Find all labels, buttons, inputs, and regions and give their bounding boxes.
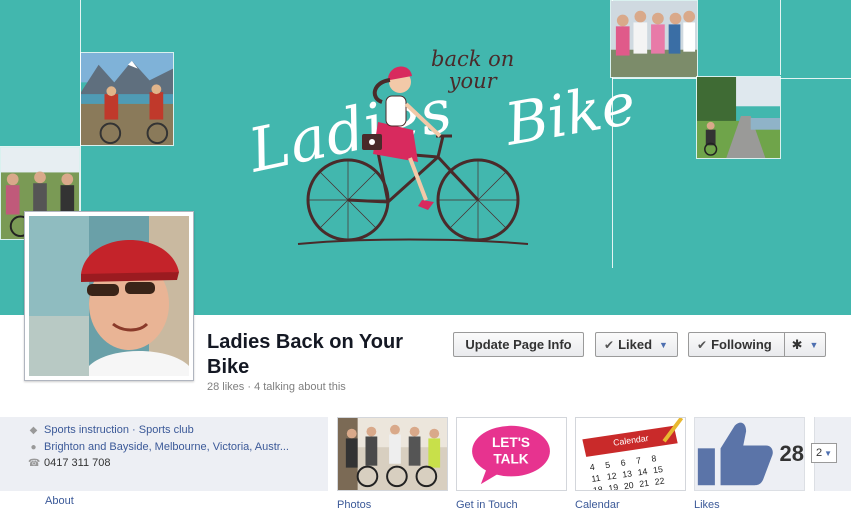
location-text: Brighton and Bayside, Melbourne, Victori…: [44, 441, 289, 453]
page-title: Ladies Back on Your Bike: [207, 331, 403, 378]
cover-photo-group-right: [610, 0, 698, 78]
following-label: Following: [711, 337, 772, 352]
phone-icon: ☎: [28, 457, 41, 469]
svg-text:21: 21: [639, 478, 650, 489]
likes-tile[interactable]: 28: [694, 417, 805, 491]
tag-icon: ◆: [29, 424, 38, 436]
more-apps-count: 2: [815, 447, 823, 459]
more-apps-button[interactable]: 2 ▼: [811, 443, 837, 463]
cover-photo-mountains: [80, 52, 174, 146]
about-link[interactable]: About: [45, 495, 74, 507]
check-icon: ✔: [604, 337, 615, 352]
chevron-down-icon: ▼: [659, 339, 668, 350]
profile-photo: [29, 216, 189, 376]
chevron-down-icon: ▼: [809, 339, 819, 350]
update-page-info-label: Update Page Info: [465, 337, 572, 352]
cover-photo-bike-path: [696, 76, 781, 159]
thumbs-up-icon: [697, 422, 773, 486]
svg-text:18: 18: [592, 484, 603, 490]
facebook-page: Ladies back on your Bike Ladies Back on …: [0, 0, 851, 526]
svg-text:14: 14: [637, 466, 648, 477]
svg-text:19: 19: [608, 482, 619, 490]
cyclist-illustration: [297, 66, 529, 245]
svg-text:12: 12: [606, 471, 617, 482]
settings-dropdown-button[interactable]: ✱ ▼: [784, 332, 826, 357]
location-row[interactable]: ● Brighton and Bayside, Melbourne, Victo…: [28, 441, 289, 453]
phone-text: 0417 311 708: [44, 457, 111, 469]
map-pin-icon: ●: [30, 441, 37, 453]
svg-text:11: 11: [591, 473, 602, 484]
badge-text-lets: LET'S: [492, 435, 530, 450]
get-in-touch-tile-label[interactable]: Get in Touch: [456, 499, 518, 511]
profile-picture[interactable]: [24, 211, 194, 381]
calendar-tile-label[interactable]: Calendar: [575, 499, 620, 511]
check-icon: ✔: [697, 337, 708, 352]
svg-text:15: 15: [652, 464, 663, 475]
badge-text-talk: TALK: [493, 452, 528, 467]
likes-count: 28: [779, 441, 804, 466]
phone-row: ☎ 0417 311 708: [28, 457, 110, 469]
following-button[interactable]: ✔ Following: [688, 332, 785, 357]
photos-tile[interactable]: [337, 417, 448, 491]
svg-text:22: 22: [654, 476, 665, 487]
photos-tile-label[interactable]: Photos: [337, 499, 371, 511]
update-page-info-button[interactable]: Update Page Info: [453, 332, 584, 357]
chevron-down-icon: ▼: [824, 448, 833, 458]
category-row[interactable]: ◆ Sports instruction · Sports club: [28, 424, 194, 436]
svg-text:20: 20: [623, 480, 634, 490]
gear-icon: ✱: [791, 336, 803, 352]
cover-logo: Ladies back on your Bike: [243, 38, 641, 258]
liked-label: Liked: [618, 337, 653, 352]
svg-text:13: 13: [622, 468, 633, 479]
page-stats: 28 likes · 4 talking about this: [207, 381, 346, 393]
likes-tile-label[interactable]: Likes: [694, 499, 720, 511]
category-text: Sports instruction · Sports club: [44, 424, 194, 436]
liked-button[interactable]: ✔ Liked ▼: [595, 332, 678, 357]
get-in-touch-tile[interactable]: LET'S TALK: [456, 417, 567, 491]
photos-thumbnail: [338, 418, 447, 490]
speech-bubble-icon: LET'S TALK: [457, 418, 566, 490]
calendar-icon: Calendar 45678 11 12 13 14 15 18 19 20 21 22: [576, 418, 685, 490]
calendar-tile[interactable]: Calendar 45678 11 12 13 14 15 18 19 20 21 22: [575, 417, 686, 491]
